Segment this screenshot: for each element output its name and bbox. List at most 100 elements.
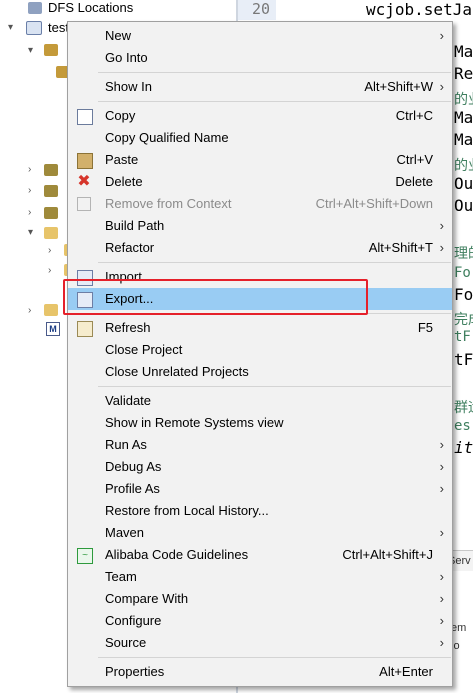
menu-item-close-project[interactable]: Close Project [68, 339, 452, 361]
menu-item-copy-qualified-name[interactable]: Copy Qualified Name [68, 127, 452, 149]
code-comment: 的业 [454, 92, 473, 108]
code-comment: 群运 [454, 400, 473, 416]
menu-item-label: Properties [105, 664, 165, 679]
menu-item-copy[interactable]: Copy Ctrl+C [68, 105, 452, 127]
menu-item-team[interactable]: Team › [68, 566, 452, 588]
menu-separator [98, 72, 451, 73]
menu-item-restore-local-history[interactable]: Restore from Local History... [68, 500, 452, 522]
menu-separator [98, 386, 451, 387]
chevron-down-icon[interactable]: ▾ [8, 23, 18, 33]
menu-item-label: Configure [105, 613, 162, 628]
menu-separator [98, 657, 451, 658]
chevron-right-icon[interactable]: › [28, 208, 38, 218]
menu-item-label: Delete [105, 174, 143, 189]
submenu-arrow-icon: › [439, 591, 444, 606]
menu-item-label: Source [105, 635, 147, 650]
code-line: tF [454, 350, 473, 369]
chevron-right-icon[interactable]: › [28, 165, 38, 175]
code-line: Fo [454, 285, 473, 304]
chevron-down-icon[interactable]: ▾ [28, 46, 38, 56]
menu-separator [98, 262, 451, 263]
menu-item-label: Go Into [105, 50, 148, 65]
chevron-down-icon[interactable]: ▾ [28, 228, 38, 238]
code-line: Ma [454, 130, 473, 149]
shortcut-label: Ctrl+C [395, 108, 433, 123]
chevron-right-icon[interactable]: › [48, 246, 58, 256]
menu-item-alibaba-code-guidelines[interactable]: ~ Alibaba Code Guidelines Ctrl+Alt+Shift… [68, 544, 452, 566]
library-icon [44, 207, 58, 219]
folder-icon [44, 304, 58, 316]
menu-item-configure[interactable]: Configure › [68, 610, 452, 632]
menu-item-label: Maven [105, 525, 145, 540]
menu-item-label: Alibaba Code Guidelines [105, 547, 249, 562]
refresh-icon [77, 321, 93, 337]
code-line: Ma [454, 108, 473, 127]
tree-item-label: DFS Locations [48, 0, 134, 15]
menu-item-label: Remove from Context [105, 196, 232, 211]
menu-item-label: Copy [105, 108, 136, 123]
submenu-arrow-icon: › [439, 28, 444, 43]
menu-item-close-unrelated-projects[interactable]: Close Unrelated Projects [68, 361, 452, 383]
menu-item-refresh[interactable]: Refresh F5 [68, 317, 452, 339]
chevron-right-icon[interactable]: › [48, 266, 58, 276]
alibaba-guidelines-icon: ~ [77, 548, 93, 564]
dfs-locations-icon [28, 2, 42, 14]
paste-icon [77, 153, 93, 169]
shortcut-label: Ctrl+V [396, 152, 433, 167]
menu-item-remove-from-context[interactable]: Remove from Context Ctrl+Alt+Shift+Down [68, 193, 452, 215]
menu-item-label: Team [105, 569, 137, 584]
submenu-arrow-icon: › [439, 79, 444, 94]
menu-item-compare-with[interactable]: Compare With › [68, 588, 452, 610]
shortcut-label: Ctrl+Alt+Shift+Down [315, 196, 433, 211]
chevron-right-icon[interactable]: › [28, 306, 38, 316]
menu-item-maven[interactable]: Maven › [68, 522, 452, 544]
code-comment: 理的 [454, 246, 473, 262]
submenu-arrow-icon: › [439, 481, 444, 496]
menu-item-label: Refresh [105, 320, 151, 335]
menu-item-paste[interactable]: Paste Ctrl+V [68, 149, 452, 171]
copy-icon [77, 109, 93, 125]
menu-item-properties[interactable]: Properties Alt+Enter [68, 661, 452, 683]
menu-item-debug-as[interactable]: Debug As › [68, 456, 452, 478]
remove-context-icon [77, 197, 91, 211]
shortcut-label: Ctrl+Alt+Shift+J [342, 547, 433, 562]
submenu-arrow-icon: › [439, 437, 444, 452]
shortcut-label: F5 [417, 320, 433, 335]
code-comment: tF [454, 329, 471, 345]
submenu-arrow-icon: › [439, 525, 444, 540]
menu-item-build-path[interactable]: Build Path › [68, 215, 452, 237]
menu-item-validate[interactable]: Validate [68, 390, 452, 412]
folder-icon [44, 227, 58, 239]
menu-separator [98, 101, 451, 102]
chevron-right-icon[interactable]: › [28, 186, 38, 196]
menu-item-refactor[interactable]: Refactor Alt+Shift+T › [68, 237, 452, 259]
submenu-arrow-icon: › [439, 240, 444, 255]
menu-item-go-into[interactable]: Go Into [68, 47, 452, 69]
menu-item-new[interactable]: New › [68, 25, 452, 47]
menu-item-label: Refactor [105, 240, 155, 255]
menu-item-show-in[interactable]: Show In Alt+Shift+W › [68, 76, 452, 98]
shortcut-label: Alt+Shift+T [368, 240, 433, 255]
code-line: Ou [454, 196, 473, 215]
submenu-arrow-icon: › [439, 613, 444, 628]
menu-item-label: New [105, 28, 132, 43]
menu-item-source[interactable]: Source › [68, 632, 452, 654]
delete-icon: ✖ [77, 173, 91, 190]
menu-item-label: Compare With [105, 591, 189, 606]
menu-item-show-remote-systems[interactable]: Show in Remote Systems view [68, 412, 452, 434]
code-line: Ma [454, 42, 473, 61]
shortcut-label: Delete [395, 174, 433, 189]
menu-item-delete[interactable]: ✖ Delete Delete [68, 171, 452, 193]
code-comment: es [454, 418, 471, 434]
menu-item-label: Profile As [105, 481, 160, 496]
menu-item-label: Show in Remote Systems view [105, 415, 284, 430]
menu-item-run-as[interactable]: Run As › [68, 434, 452, 456]
code-line: it [454, 438, 473, 457]
line-number: 20 [252, 0, 271, 18]
code-comment: 的业 [454, 158, 473, 174]
code-comment: 完成 [454, 312, 473, 328]
library-icon [44, 185, 58, 197]
menu-item-label: Restore from Local History... [105, 503, 269, 518]
menu-item-profile-as[interactable]: Profile As › [68, 478, 452, 500]
context-menu: New › Go Into Show In Alt+Shift+W › Copy… [67, 21, 453, 687]
